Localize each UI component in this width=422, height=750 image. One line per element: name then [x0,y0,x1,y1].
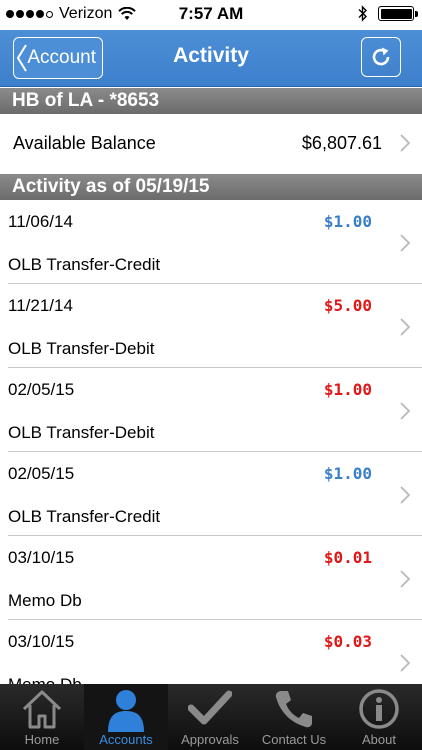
tab-home[interactable]: Home [0,684,84,750]
transaction-description: OLB Transfer-Credit [8,255,161,274]
balance-value: $6,807.61 [301,133,382,153]
transaction-amount: $1.00 [323,380,372,399]
tab-accounts[interactable]: Accounts [84,684,168,750]
transaction-date: 03/10/15 [8,632,75,651]
tab-label: Approvals [181,732,239,747]
status-bar: Verizon 7:57 AM [0,0,422,30]
tab-label: About [362,732,396,747]
chevron-right-icon [400,234,410,252]
refresh-button[interactable] [361,37,401,77]
phone-icon [275,691,312,728]
transaction-date: 03/10/15 [8,548,75,567]
transaction-description: OLB Transfer-Debit [8,339,155,358]
account-header: HB of LA - *8653 [0,88,422,114]
chevron-right-icon [400,134,410,152]
transaction-row[interactable]: 11/21/14 $5.00 OLB Transfer-Debit [0,284,422,368]
tab-label: Accounts [99,732,153,747]
chevron-right-icon [400,486,410,504]
bluetooth-icon [358,5,367,22]
tab-approvals[interactable]: Approvals [168,684,252,750]
transaction-date: 02/05/15 [8,380,75,399]
chevron-right-icon [400,318,410,336]
transaction-amount: $1.00 [323,464,372,483]
transaction-description: Memo Db [8,591,82,610]
tab-label: Contact Us [261,732,327,747]
transaction-date: 02/05/15 [8,464,75,483]
activity-header: Activity as of 05/19/15 [0,174,422,200]
transaction-list[interactable]: 11/06/14 $1.00 OLB Transfer-Credit 11/21… [0,200,422,684]
transaction-amount: $5.00 [323,296,372,315]
chevron-right-icon [400,570,410,588]
available-balance-row[interactable]: Available Balance $6,807.61 [0,114,422,170]
transaction-description: OLB Transfer-Debit [8,423,155,442]
transaction-date: 11/06/14 [8,212,73,231]
checkmark-icon [188,690,232,725]
transaction-row[interactable]: 11/06/14 $1.00 OLB Transfer-Credit [0,200,422,284]
transaction-row[interactable]: 03/10/15 $0.01 Memo Db [0,536,422,620]
tab-contact-us[interactable]: Contact Us [252,684,336,750]
home-icon [22,690,62,729]
transaction-amount: $1.00 [323,212,372,231]
transaction-date: 11/21/14 [8,296,73,315]
transaction-row[interactable]: 02/05/15 $1.00 OLB Transfer-Debit [0,368,422,452]
chevron-right-icon [400,402,410,420]
transaction-amount: $0.01 [323,548,372,567]
navigation-bar: Account Activity [0,30,422,87]
transaction-description: Memo Db [8,675,82,684]
tab-label: Home [24,732,60,747]
battery-icon [378,6,418,21]
transaction-row[interactable]: 03/10/15 $0.03 Memo Db [0,620,422,684]
tab-bar: Home Accounts Approvals Contact Us About [0,684,422,750]
person-icon [108,690,144,732]
transaction-description: OLB Transfer-Credit [8,507,161,526]
page-title: Activity [173,44,249,67]
transaction-row[interactable]: 02/05/15 $1.00 OLB Transfer-Credit [0,452,422,536]
transaction-amount: $0.03 [323,632,372,651]
info-icon [359,689,399,729]
balance-label: Available Balance [13,133,156,153]
refresh-icon [372,47,390,66]
tab-about[interactable]: About [336,684,422,750]
chevron-right-icon [400,654,410,672]
